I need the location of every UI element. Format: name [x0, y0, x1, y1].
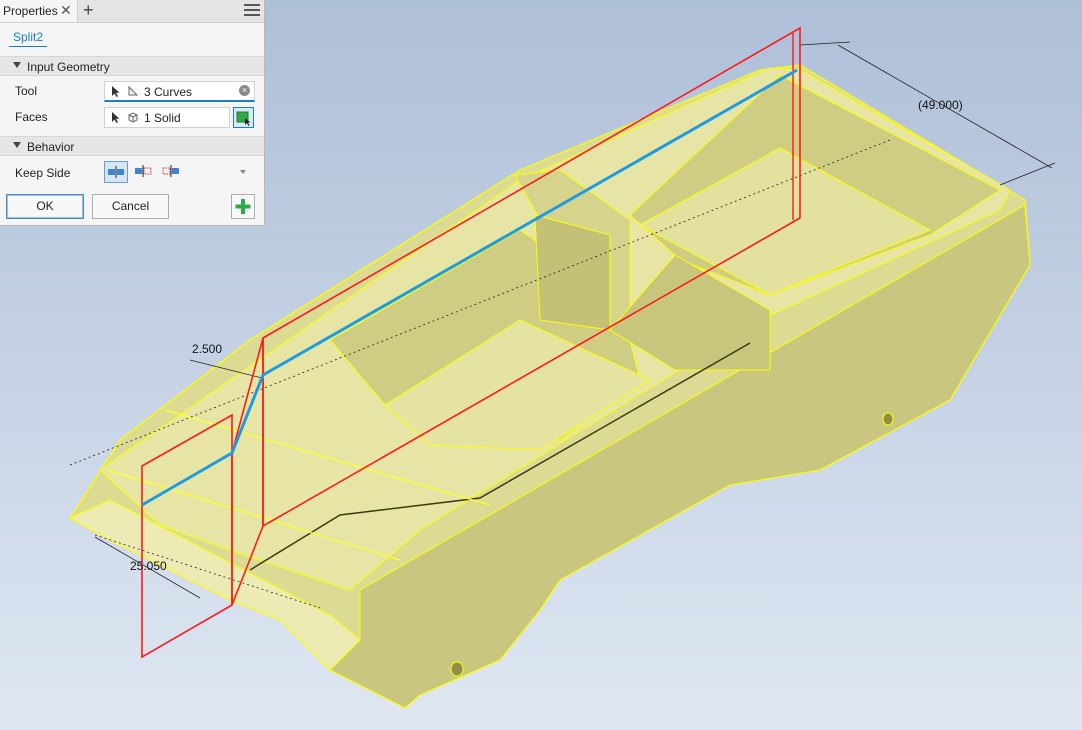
keep-right-side-button[interactable] — [160, 161, 184, 183]
curve-icon — [128, 85, 139, 96]
keep-both-icon — [108, 166, 124, 178]
dimension-offset[interactable]: 2.500 — [192, 342, 222, 356]
cursor-arrow-icon — [112, 112, 120, 123]
faces-label: Faces — [15, 110, 48, 124]
hamburger-menu-icon[interactable] — [244, 4, 260, 18]
mount-hole-front — [450, 661, 464, 677]
tool-label: Tool — [15, 84, 38, 98]
properties-panel: Properties ✕ + Split2 Input Geometry Too… — [0, 0, 265, 226]
dimension-width[interactable]: (49.000) — [918, 98, 963, 112]
keep-side-dropdown-icon[interactable] — [240, 170, 246, 174]
center-rib-side — [534, 214, 611, 331]
green-solid-icon — [236, 111, 251, 126]
clear-selection-icon[interactable]: × — [239, 85, 250, 96]
plus-icon — [235, 199, 251, 214]
faces-value: 1 Solid — [144, 111, 181, 125]
tab-properties-label: Properties — [3, 4, 58, 18]
keep-left-side-button[interactable] — [132, 161, 156, 183]
cancel-button[interactable]: Cancel — [92, 194, 169, 219]
keep-side-label: Keep Side — [15, 166, 71, 180]
close-icon[interactable]: ✕ — [60, 2, 72, 19]
section-behavior[interactable]: Behavior — [0, 136, 264, 156]
tool-value: 3 Curves — [144, 85, 193, 99]
cursor-arrow-icon — [112, 86, 120, 97]
section-behavior-label: Behavior — [27, 140, 75, 154]
ok-button[interactable]: OK — [6, 194, 84, 219]
apply-plus-button[interactable] — [231, 194, 255, 219]
panel-tab-bar: Properties ✕ + — [0, 0, 264, 23]
dim-49-extension-b — [999, 162, 1056, 186]
dimension-length[interactable]: 25.050 — [130, 559, 167, 573]
section-input-geometry[interactable]: Input Geometry — [0, 56, 264, 76]
dim-49-extension-a — [799, 41, 851, 46]
solid-box-icon — [128, 112, 138, 123]
tab-properties[interactable]: Properties ✕ — [0, 0, 78, 22]
solid-select-button[interactable] — [233, 107, 254, 128]
collapse-triangle-icon — [13, 62, 21, 68]
section-input-geometry-label: Input Geometry — [27, 60, 110, 74]
collapse-triangle-icon — [13, 142, 21, 148]
mount-hole-side — [882, 412, 894, 426]
feature-name-field[interactable]: Split2 — [9, 28, 48, 47]
faces-selector[interactable]: 1 Solid — [104, 107, 230, 128]
keep-right-icon — [162, 165, 179, 177]
keep-both-sides-button[interactable] — [104, 161, 128, 183]
add-tab-icon[interactable]: + — [83, 0, 94, 21]
keep-left-icon — [135, 165, 152, 177]
tool-selector[interactable]: 3 Curves × — [104, 81, 255, 102]
